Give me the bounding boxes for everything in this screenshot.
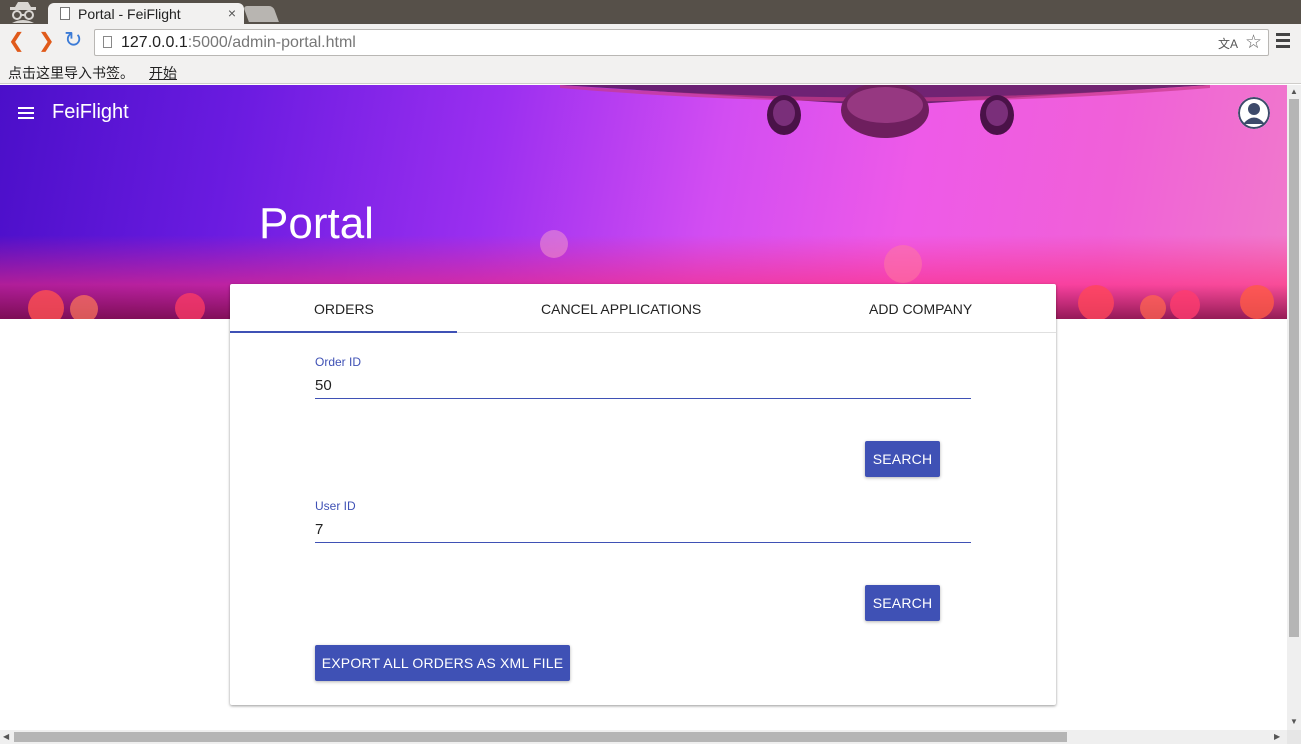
bokeh-light: [540, 230, 568, 258]
scroll-down-icon[interactable]: ▼: [1290, 717, 1298, 726]
tab-cancel-applications[interactable]: CANCEL APPLICATIONS: [541, 301, 701, 317]
translate-icon[interactable]: 文A: [1218, 35, 1238, 52]
user-id-input[interactable]: [315, 517, 971, 543]
bookmarks-bar: 点击这里导入书签。 开始: [0, 60, 1301, 84]
brand-title[interactable]: FeiFlight: [52, 101, 129, 124]
bokeh-light: [1170, 290, 1200, 319]
bokeh-light: [175, 293, 205, 319]
scroll-left-icon[interactable]: ◀: [3, 732, 9, 741]
bokeh-light: [1240, 285, 1274, 319]
portal-tabs: ORDERS CANCEL APPLICATIONS ADD COMPANY: [230, 284, 1056, 333]
forward-icon[interactable]: ❯: [38, 30, 55, 52]
scroll-right-icon[interactable]: ▶: [1274, 732, 1280, 741]
page-title: Portal: [259, 199, 374, 248]
search-order-button[interactable]: SEARCH: [865, 441, 940, 477]
account-avatar-icon[interactable]: [1238, 97, 1270, 129]
bookmarks-prompt: 点击这里导入书签。: [8, 65, 134, 81]
browser-tab[interactable]: Portal - FeiFlight ×: [48, 3, 244, 25]
scroll-up-icon[interactable]: ▲: [1290, 87, 1298, 96]
export-orders-xml-button[interactable]: EXPORT ALL ORDERS AS XML FILE: [315, 645, 570, 681]
bokeh-light: [1078, 285, 1114, 319]
active-tab-indicator: [230, 331, 457, 333]
user-id-label: User ID: [315, 499, 356, 513]
tab-title: Portal - FeiFlight: [78, 6, 181, 22]
back-icon[interactable]: ❮: [8, 30, 25, 52]
bokeh-light: [70, 295, 98, 319]
tab-orders[interactable]: ORDERS: [314, 301, 374, 317]
order-id-label: Order ID: [315, 355, 362, 369]
scrollbar-corner: [1287, 730, 1301, 744]
url-text[interactable]: 127.0.0.1:5000/admin-portal.html: [121, 34, 356, 52]
menu-icon[interactable]: [18, 107, 34, 122]
url-host: 127.0.0.1: [121, 34, 188, 51]
vertical-scrollbar[interactable]: ▲ ▼: [1287, 85, 1301, 730]
airplane-image: [560, 85, 1210, 138]
bookmarks-start-link[interactable]: 开始: [149, 63, 177, 83]
user-icon: [1238, 97, 1270, 129]
portal-card: ORDERS CANCEL APPLICATIONS ADD COMPANY O…: [230, 284, 1056, 705]
bokeh-light: [28, 290, 64, 319]
incognito-icon: [10, 2, 36, 23]
browser-menu-icon[interactable]: [1276, 33, 1290, 51]
browser-toolbar: ❮ ❯ ↻ 127.0.0.1:5000/admin-portal.html 文…: [0, 24, 1301, 60]
horizontal-scroll-thumb[interactable]: [14, 732, 1067, 742]
bookmark-star-icon[interactable]: ☆: [1245, 31, 1262, 54]
tab-add-company[interactable]: ADD COMPANY: [869, 301, 972, 317]
close-tab-icon[interactable]: ×: [228, 5, 236, 21]
page-icon: [103, 36, 112, 48]
order-id-input[interactable]: [315, 373, 971, 399]
bokeh-light: [884, 245, 922, 283]
new-tab-button[interactable]: [243, 6, 279, 22]
page-icon: [60, 7, 70, 20]
address-bar[interactable]: 127.0.0.1:5000/admin-portal.html 文A ☆: [94, 29, 1269, 56]
browser-tabstrip: Portal - FeiFlight ×: [0, 0, 1301, 25]
bokeh-light: [1140, 295, 1166, 319]
reload-icon[interactable]: ↻: [64, 29, 82, 51]
url-path: :5000/admin-portal.html: [187, 34, 356, 51]
page-viewport: FeiFlight Portal ORDERS CANCEL APPLICATI…: [0, 85, 1287, 730]
vertical-scroll-thumb[interactable]: [1289, 99, 1299, 637]
horizontal-scrollbar[interactable]: ◀ ▶: [0, 730, 1287, 744]
search-user-button[interactable]: SEARCH: [865, 585, 940, 621]
